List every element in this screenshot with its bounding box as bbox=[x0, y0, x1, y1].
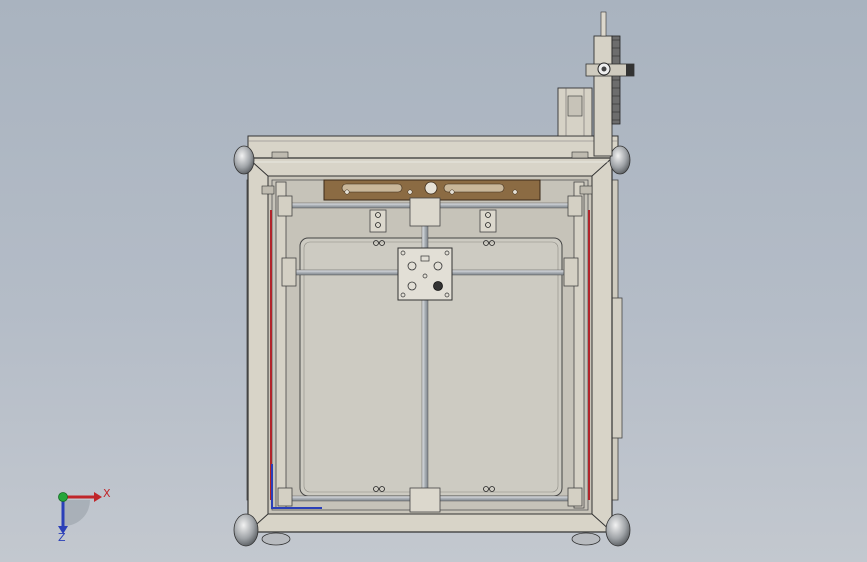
axis-triad: X Z bbox=[50, 480, 120, 546]
gantry-plate[interactable] bbox=[323, 179, 541, 201]
top-rail bbox=[247, 135, 619, 159]
cad-viewport[interactable]: X Z bbox=[0, 0, 867, 562]
printer-model[interactable] bbox=[0, 0, 867, 562]
x-axis-arrowhead-icon bbox=[94, 492, 102, 502]
hotend-carriage[interactable] bbox=[397, 247, 453, 301]
x-axis-label: X bbox=[103, 487, 111, 500]
triad-shadow bbox=[64, 500, 90, 526]
extruder-assembly[interactable] bbox=[557, 11, 635, 157]
z-axis-label: Z bbox=[58, 531, 66, 544]
y-axis-dot-icon bbox=[58, 492, 68, 502]
bottom-carriage-block bbox=[409, 487, 441, 513]
